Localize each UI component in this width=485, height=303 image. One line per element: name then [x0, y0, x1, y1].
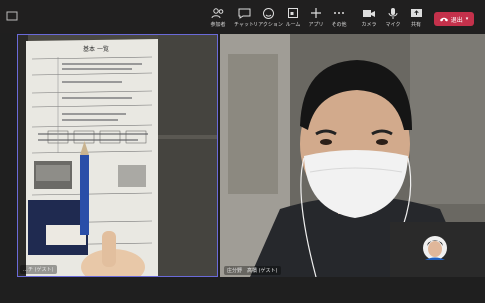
people-icon — [211, 6, 225, 20]
mic-label: マイク — [385, 22, 401, 28]
chevron-down-icon[interactable]: ▾ — [466, 16, 469, 22]
window-menu-icon[interactable] — [6, 6, 18, 21]
camera-label: カメラ — [361, 22, 377, 28]
participants-button[interactable]: 参加者 — [205, 6, 231, 32]
document-video-feed: 基本 一覧 — [18, 35, 217, 276]
rooms-icon — [286, 6, 300, 20]
rooms-label: ルーム — [285, 22, 301, 28]
self-avatar — [390, 222, 485, 277]
apps-label: アプリ — [308, 22, 324, 28]
plus-icon — [309, 6, 323, 20]
camera-icon — [362, 6, 376, 20]
share-button[interactable]: 共有 — [403, 6, 429, 32]
hang-up-icon — [439, 17, 448, 21]
share-screen-icon — [409, 6, 423, 20]
chat-label: チャット — [234, 22, 254, 28]
document-heading: 基本 一覧 — [83, 45, 109, 53]
self-view-tile[interactable] — [390, 222, 485, 277]
participant-name-right: 庄分野 高橋 (ゲスト) — [224, 266, 281, 275]
chat-button[interactable]: チャット — [231, 6, 257, 32]
share-label: 共有 — [410, 22, 421, 28]
reaction-smiley-icon — [261, 6, 275, 20]
video-tile-left[interactable]: 基本 一覧 …チ (ゲスト) — [17, 34, 218, 277]
more-label: その他 — [331, 22, 347, 28]
microphone-icon — [386, 6, 400, 20]
reactions-button[interactable]: リアクション — [253, 6, 283, 32]
leave-label: 退出 — [450, 16, 463, 24]
camera-button[interactable]: カメラ — [356, 6, 382, 32]
leave-button[interactable]: 退出 ▾ — [434, 12, 474, 26]
more-button[interactable]: その他 — [326, 6, 352, 32]
bottom-bar — [0, 277, 485, 303]
meeting-toolbar: 参加者 チャット リアクション ルーム アプリ その他 カメラ マイク 共有 退… — [0, 0, 485, 33]
participant-name-left: …チ (ゲスト) — [20, 265, 57, 274]
participants-label: 参加者 — [210, 22, 226, 28]
reactions-label: リアクション — [253, 22, 283, 28]
more-dots-icon — [332, 6, 346, 20]
chat-icon — [237, 6, 251, 20]
